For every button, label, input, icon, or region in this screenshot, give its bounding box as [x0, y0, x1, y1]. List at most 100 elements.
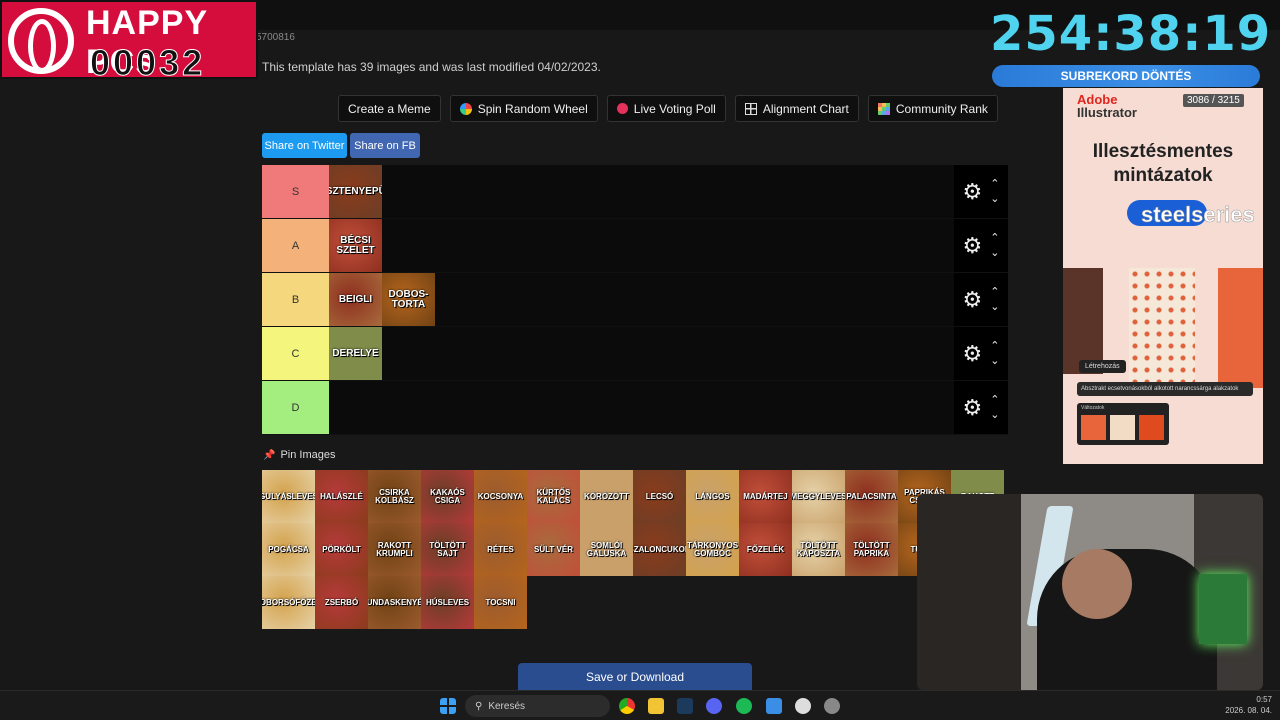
- food-image-tile[interactable]: LECSÓ: [633, 470, 686, 523]
- move-up-chevron-icon[interactable]: ⌃: [990, 285, 999, 300]
- settings-gear-icon[interactable]: [795, 698, 811, 714]
- share-twitter-button[interactable]: Share on Twitter: [262, 133, 347, 158]
- tier-controls: ⚙ ⌃ ⌄: [954, 327, 1008, 380]
- tier-controls: ⚙ ⌃ ⌄: [954, 219, 1008, 272]
- tier-dropzone[interactable]: DERELYE: [329, 327, 954, 380]
- move-down-chevron-icon[interactable]: ⌄: [990, 354, 999, 369]
- live-poll-button[interactable]: Live Voting Poll: [606, 95, 726, 122]
- share-facebook-button[interactable]: Share on FB: [350, 133, 420, 158]
- tier-label[interactable]: A: [262, 219, 329, 272]
- move-down-chevron-icon[interactable]: ⌄: [990, 246, 999, 261]
- create-meme-button[interactable]: Create a Meme: [338, 95, 441, 122]
- tier-settings-gear-icon[interactable]: ⚙: [963, 288, 983, 311]
- notepad-icon[interactable]: [766, 698, 782, 714]
- food-image-tile[interactable]: TOCSNI: [474, 576, 527, 629]
- logitech-icon[interactable]: [824, 698, 840, 714]
- tier-dropzone[interactable]: [329, 381, 954, 434]
- food-image-tile[interactable]: MADÁRTEJ: [739, 470, 792, 523]
- food-image-tile[interactable]: KÖRÖZÖTT: [580, 470, 633, 523]
- food-image-tile[interactable]: GULYÁSLEVES: [262, 470, 315, 523]
- food-image-tile[interactable]: POGÁCSA: [262, 523, 315, 576]
- live-poll-label: Live Voting Poll: [633, 101, 716, 116]
- steelseries-logo-text: steelseries: [1141, 202, 1255, 228]
- food-image-tile[interactable]: RÉTES: [474, 523, 527, 576]
- tier-label[interactable]: D: [262, 381, 329, 434]
- food-image-tile[interactable]: TÖLTÖTT KÁPOSZTA: [792, 523, 845, 576]
- food-image-tile[interactable]: FŐZELÉK: [739, 523, 792, 576]
- steam-icon[interactable]: [677, 698, 693, 714]
- tier-settings-gear-icon[interactable]: ⚙: [963, 396, 983, 419]
- advertisement-panel[interactable]: Adobe Illustrator 3086 / 3215 Illesztésm…: [1063, 88, 1263, 464]
- move-up-chevron-icon[interactable]: ⌃: [990, 393, 999, 408]
- chrome-icon[interactable]: [619, 698, 635, 714]
- create-pill: Létrehozás: [1079, 360, 1126, 373]
- food-image-tile[interactable]: SÜLT VÉR: [527, 523, 580, 576]
- tier-settings-gear-icon[interactable]: ⚙: [963, 234, 983, 257]
- tier-move-arrows: ⌃ ⌄: [990, 231, 999, 261]
- move-down-chevron-icon[interactable]: ⌄: [990, 300, 999, 315]
- webcam-overlay: [917, 494, 1263, 690]
- food-image-tile[interactable]: ZÖLDBORSÓFŐZELÉK: [262, 576, 315, 629]
- discord-icon[interactable]: [706, 698, 722, 714]
- channel-logo: HAPPY PCs 00032: [0, 0, 258, 84]
- food-image-caption: POGÁCSA: [268, 544, 309, 554]
- food-image-tile[interactable]: KAKAÓS CSIGA: [421, 470, 474, 523]
- move-up-chevron-icon[interactable]: ⌃: [990, 339, 999, 354]
- taskbar-search[interactable]: ⚲ Keresés: [465, 695, 610, 717]
- food-image-tile[interactable]: HALÁSZLÉ: [315, 470, 368, 523]
- food-image-caption: TÖLTÖTT KÁPOSZTA: [796, 540, 841, 558]
- tier-dropzone[interactable]: BÉCSI SZELET: [329, 219, 954, 272]
- alignment-chart-button[interactable]: Alignment Chart: [734, 95, 859, 122]
- food-image-tile[interactable]: DERELYE: [329, 327, 382, 380]
- food-image-tile[interactable]: PALACSINTA: [845, 470, 898, 523]
- action-button-row: Create a Meme Spin Random Wheel Live Vot…: [338, 95, 998, 122]
- food-image-tile[interactable]: DOBOS-TORTA: [382, 273, 435, 326]
- food-image-tile[interactable]: BÉCSI SZELET: [329, 219, 382, 272]
- move-down-chevron-icon[interactable]: ⌄: [990, 408, 999, 423]
- save-download-button[interactable]: Save or Download: [518, 663, 752, 690]
- food-image-tile[interactable]: SOMLÓI GALUSKA: [580, 523, 633, 576]
- ad-counter: 3086 / 3215: [1183, 94, 1244, 107]
- tier-dropzone[interactable]: GESZTENYEPÜRÉ: [329, 165, 954, 218]
- food-image-tile[interactable]: MEGGYLEVES: [792, 470, 845, 523]
- food-image-tile[interactable]: GESZTENYEPÜRÉ: [329, 165, 382, 218]
- food-image-tile[interactable]: TÖLTÖTT PAPRIKA: [845, 523, 898, 576]
- move-up-chevron-icon[interactable]: ⌃: [990, 177, 999, 192]
- community-rank-button[interactable]: Community Rank: [867, 95, 998, 122]
- food-image-caption: SÜLT VÉR: [534, 544, 573, 554]
- food-image-tile[interactable]: TÖLTÖTT SAJT: [421, 523, 474, 576]
- tier-settings-gear-icon[interactable]: ⚙: [963, 180, 983, 203]
- food-image-caption: FŐZELÉK: [746, 544, 785, 554]
- food-image-tile[interactable]: KOCSONYA: [474, 470, 527, 523]
- tier-controls: ⚙ ⌃ ⌄: [954, 381, 1008, 434]
- variant-thumb-1: [1081, 415, 1106, 440]
- food-image-tile[interactable]: HÚSLEVES: [421, 576, 474, 629]
- windows-start-icon[interactable]: [440, 698, 456, 714]
- food-image-tile[interactable]: SZALONCUKOR: [633, 523, 686, 576]
- food-image-tile[interactable]: ZSERBÓ: [315, 576, 368, 629]
- food-image-tile[interactable]: KÜRTŐS KALÁCS: [527, 470, 580, 523]
- food-image-caption: RAKOTT KRUMPLI: [376, 540, 413, 558]
- spin-wheel-button[interactable]: Spin Random Wheel: [449, 95, 598, 122]
- food-image-tile[interactable]: CSIRKA KOLBÁSZ: [368, 470, 421, 523]
- spotify-icon[interactable]: [736, 698, 752, 714]
- tier-label[interactable]: C: [262, 327, 329, 380]
- food-image-caption: KÖRÖZÖTT: [584, 491, 629, 501]
- tier-dropzone[interactable]: BEIGLI DOBOS-TORTA: [329, 273, 954, 326]
- food-image-caption: SZALONCUKOR: [633, 544, 686, 554]
- food-image-tile[interactable]: TÁRKONYOS GOMBÓC: [686, 523, 739, 576]
- food-image-tile[interactable]: RAKOTT KRUMPLI: [368, 523, 421, 576]
- food-image-tile[interactable]: BEIGLI: [329, 273, 382, 326]
- move-up-chevron-icon[interactable]: ⌃: [990, 231, 999, 246]
- tier-settings-gear-icon[interactable]: ⚙: [963, 342, 983, 365]
- food-image-tile[interactable]: LÁNGOS: [686, 470, 739, 523]
- food-image-caption: BÉCSI SZELET: [336, 234, 375, 256]
- food-image-caption: TOCSNI: [485, 597, 516, 607]
- tier-label[interactable]: B: [262, 273, 329, 326]
- pin-images-label[interactable]: 📌 Pin Images: [263, 449, 335, 461]
- food-image-tile[interactable]: PÖRKÖLT: [315, 523, 368, 576]
- food-image-tile[interactable]: GUNDASKENYÉR: [368, 576, 421, 629]
- tier-label[interactable]: S: [262, 165, 329, 218]
- file-explorer-icon[interactable]: [648, 698, 664, 714]
- move-down-chevron-icon[interactable]: ⌄: [990, 192, 999, 207]
